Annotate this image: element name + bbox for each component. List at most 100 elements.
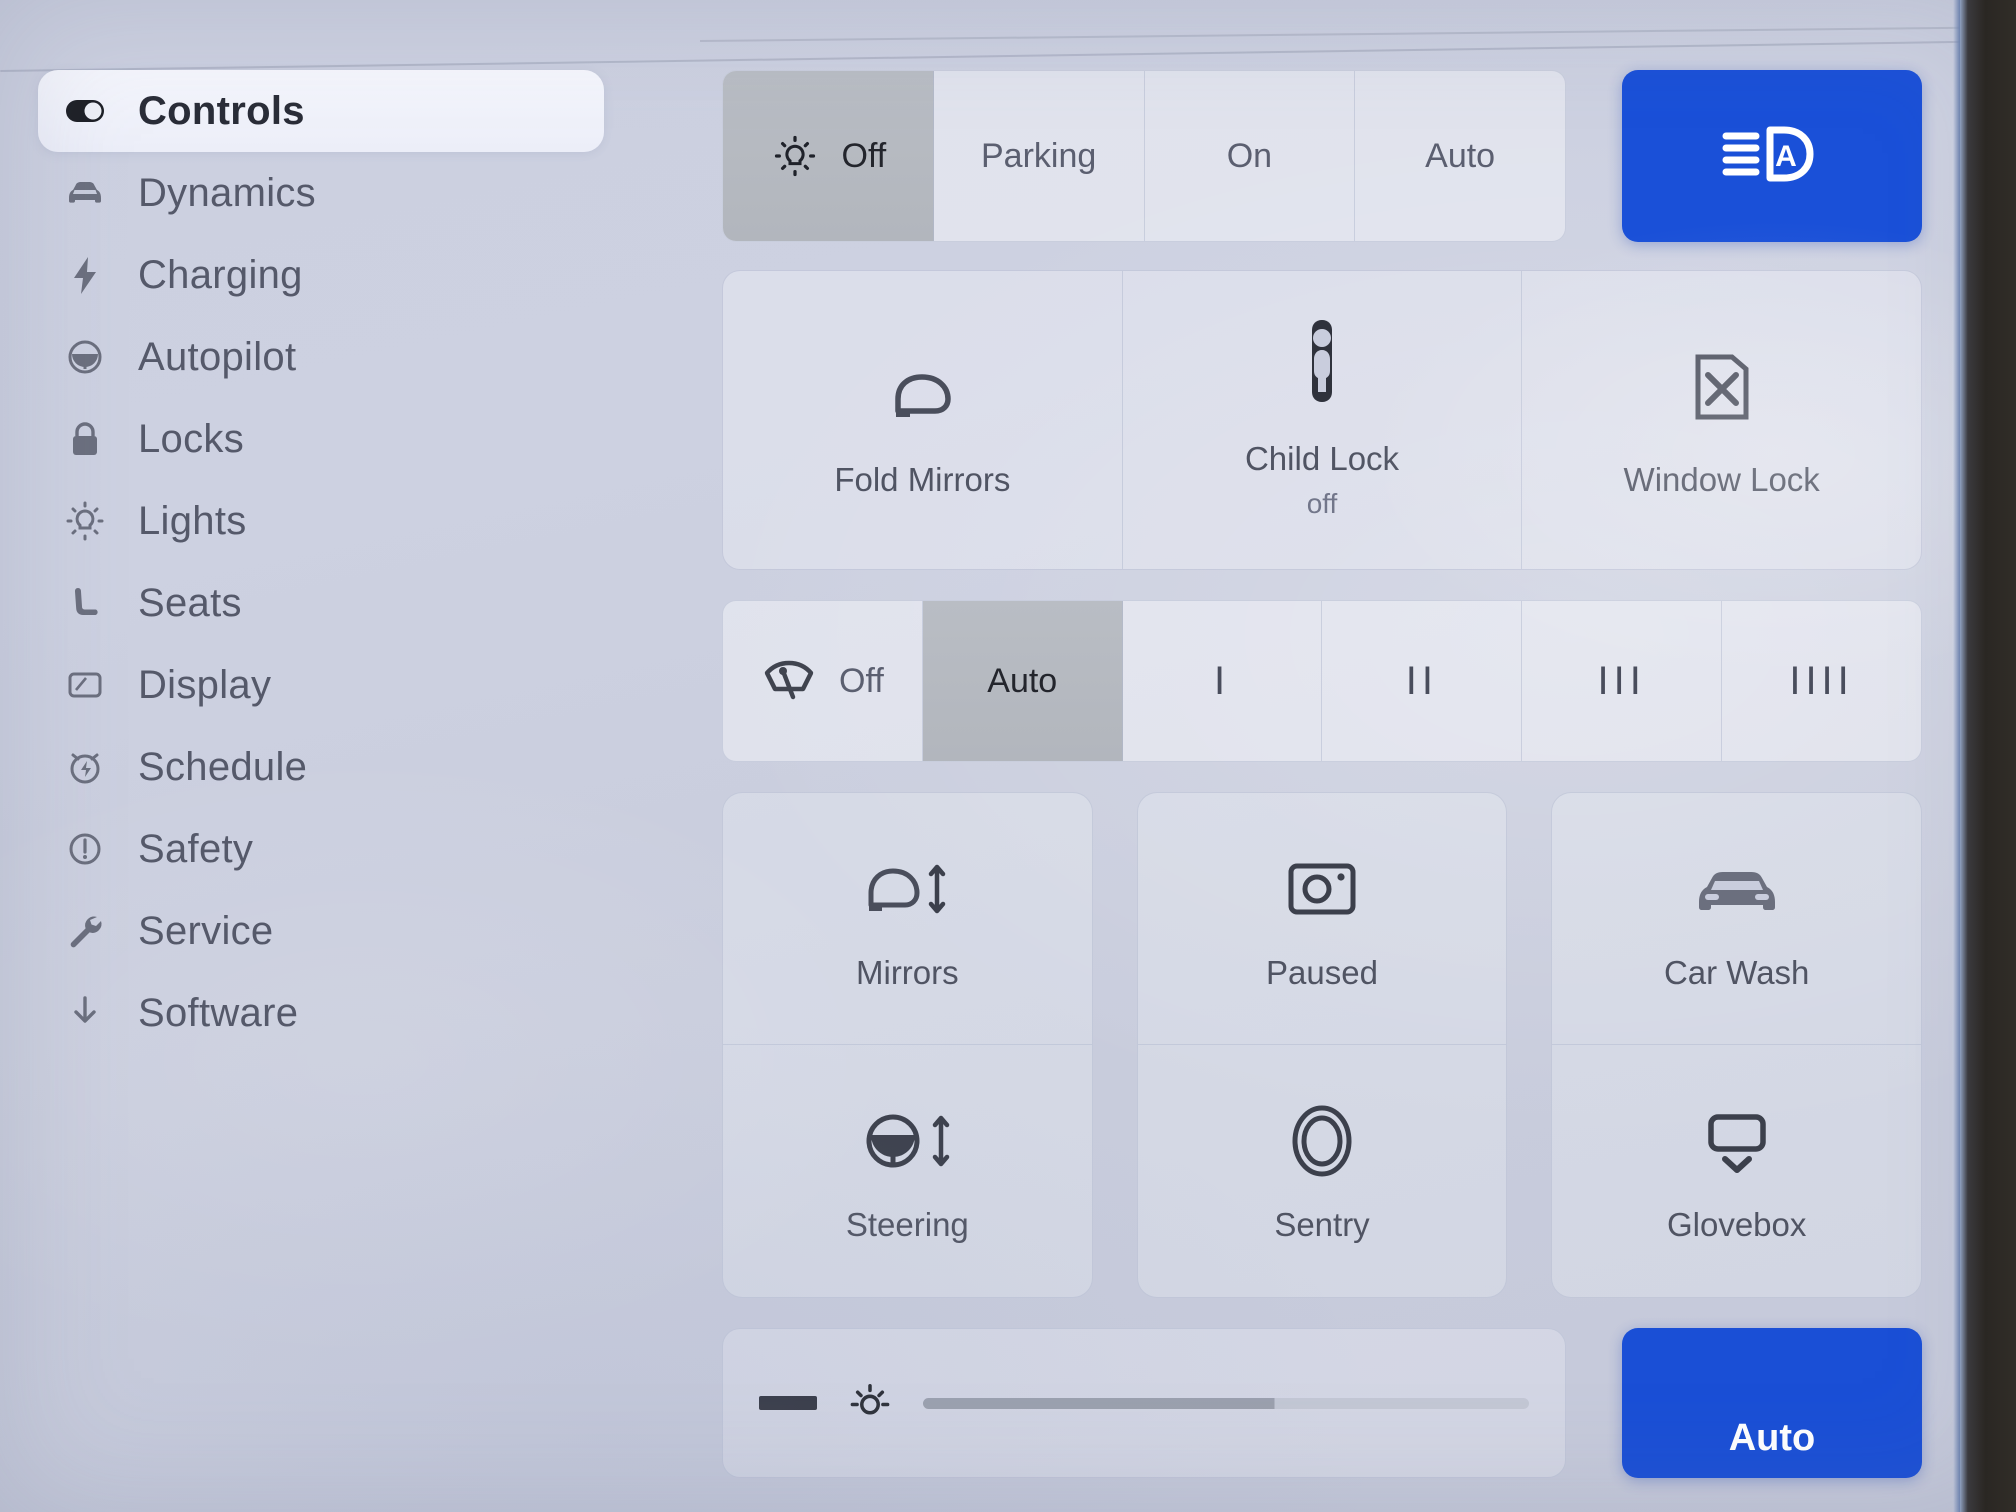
wiper-option-label: I [1214,658,1231,703]
controls-grid: Mirrors Steering Paused Sentry Car Wash … [722,792,1923,1298]
sidebar-item-label: Display [138,662,272,707]
sidebar-item-label: Software [138,990,299,1035]
grid-column-1: Mirrors Steering [722,792,1093,1298]
sidebar-item-label: Controls [138,88,305,133]
child-lock-icon [1291,310,1353,406]
headlight-option-label: Parking [980,136,1097,175]
sidebar-item-label: Seats [138,580,242,625]
lightning-bolt-icon [62,252,108,298]
wiper-option-label: IIII [1789,658,1854,703]
sidebar-item-dynamics[interactable]: Dynamics [38,152,604,234]
glovebox-icon [1699,1098,1775,1184]
window-lock-icon [1686,331,1758,427]
tile-car-wash[interactable]: Car Wash [1552,793,1922,1045]
steering-wheel-icon [62,334,108,380]
windshield-wiper-icon [761,657,817,705]
screen-seam-divider-secondary [699,26,2016,42]
brightness-slider-card [722,1328,1566,1478]
headlight-bulb-icon [770,131,820,181]
tile-mirrors[interactable]: Mirrors [723,793,1092,1045]
headlight-option-on[interactable]: On [1145,71,1356,241]
toggle-switch-icon [62,88,108,134]
sidebar-item-software[interactable]: Software [38,972,604,1054]
sentry-mode-icon [1286,1098,1358,1184]
wrench-icon [62,908,108,954]
screen-bezel-edge [1953,0,1960,1512]
tile-fold-mirrors[interactable]: Fold Mirrors [723,271,1123,569]
vehicle-touchscreen: Controls Dynamics Charging Autopilot Loc [0,0,2016,1512]
sidebar-item-locks[interactable]: Locks [38,398,604,480]
sidebar-item-label: Dynamics [138,170,316,215]
headlight-option-label: On [1226,136,1273,175]
tile-window-lock[interactable]: Window Lock [1522,271,1921,569]
tile-label: Window Lock [1623,460,1820,498]
controls-panel: Off Parking On Auto A Fold Mirrors Child… [722,70,1923,1478]
sidebar-item-autopilot[interactable]: Autopilot [38,316,604,398]
wiper-mode-segmented-control: Off Auto I II III IIII [722,600,1922,762]
sidebar-item-label: Safety [138,826,254,871]
grid-column-2: Paused Sentry [1136,792,1508,1298]
sidebar-item-label: Locks [138,416,244,461]
car-front-icon [62,170,108,216]
tile-sublabel: off [1306,488,1338,520]
sidebar-item-display[interactable]: Display [38,644,604,726]
minus-icon[interactable] [759,1396,817,1410]
auto-high-beam-button[interactable]: A [1622,70,1922,242]
display-screen-icon [62,662,108,708]
screen-seam-divider [0,0,1961,72]
sidebar-item-service[interactable]: Service [38,890,604,972]
grid-column-3: Car Wash Glovebox [1551,792,1923,1298]
padlock-icon [62,416,108,462]
sidebar-nav: Controls Dynamics Charging Autopilot Loc [0,70,640,1512]
wiper-option-speed-2[interactable]: II [1322,601,1523,761]
headlight-mode-segmented-control: Off Parking On Auto [722,70,1566,242]
tile-sentry[interactable]: Sentry [1138,1045,1507,1297]
svg-text:A: A [1775,140,1797,173]
auto-high-beam-icon: A [1718,114,1826,199]
tile-label: Mirrors [856,953,959,991]
sidebar-item-lights[interactable]: Lights [38,480,604,562]
headlight-option-parking[interactable]: Parking [934,71,1145,241]
mirror-adjust-icon [857,846,957,932]
sidebar-item-schedule[interactable]: Schedule [38,726,604,808]
side-mirror-icon [882,331,962,427]
auto-brightness-button[interactable]: Auto [1622,1328,1922,1478]
tile-child-lock[interactable]: Child Lock off [1123,271,1523,569]
sidebar-item-seats[interactable]: Seats [38,562,604,644]
alert-circle-icon [62,826,108,872]
tile-label: Child Lock [1244,439,1400,477]
car-wash-icon [1689,846,1785,932]
steering-adjust-icon [857,1098,957,1184]
wiper-option-off[interactable]: Off [723,601,923,761]
dashcam-icon [1283,846,1361,932]
tile-glovebox[interactable]: Glovebox [1552,1045,1921,1297]
wiper-option-speed-4[interactable]: IIII [1722,601,1921,761]
brightness-slider-track[interactable] [923,1397,1529,1409]
tile-label: Glovebox [1666,1206,1807,1243]
sidebar-item-label: Lights [138,498,247,543]
wiper-option-speed-1[interactable]: I [1123,601,1323,761]
headlight-option-off[interactable]: Off [723,71,934,241]
wiper-option-label: II [1405,658,1439,703]
wiper-option-label: III [1597,658,1646,703]
tile-steering[interactable]: Steering [723,1045,1092,1297]
sidebar-item-safety[interactable]: Safety [38,808,604,890]
wiper-option-label: Off [839,661,884,700]
headlight-row: Off Parking On Auto A [722,70,1922,242]
screen-bezel-right [1960,0,2016,1512]
sidebar-item-controls[interactable]: Controls [38,70,604,152]
headlight-option-label: Auto [1425,136,1496,175]
car-seat-icon [62,580,108,626]
sidebar-item-label: Autopilot [138,334,297,379]
wiper-option-speed-3[interactable]: III [1522,601,1723,761]
headlight-option-label: Off [841,136,887,175]
auto-brightness-label: Auto [1728,1417,1816,1459]
tile-dashcam[interactable]: Paused [1137,793,1507,1045]
wiper-option-auto[interactable]: Auto [922,601,1123,761]
lightbulb-icon [62,498,108,544]
sidebar-item-label: Charging [138,252,303,297]
headlight-option-auto[interactable]: Auto [1355,71,1565,241]
tile-label: Fold Mirrors [834,460,1011,498]
sidebar-item-charging[interactable]: Charging [38,234,604,316]
brightness-row: Auto [722,1328,1922,1478]
